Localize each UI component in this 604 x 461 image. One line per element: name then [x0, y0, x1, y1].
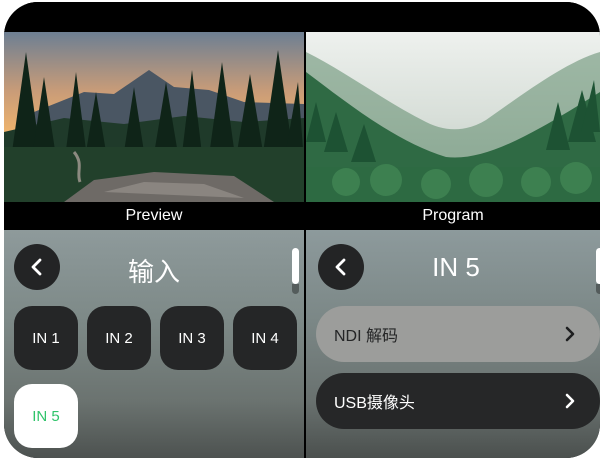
program-label: Program [306, 202, 600, 230]
scrollbar-track [596, 284, 600, 294]
scrollbar-thumb[interactable] [596, 248, 600, 284]
back-button[interactable] [14, 244, 60, 290]
input-button-3[interactable]: IN 3 [160, 306, 224, 370]
back-chevron-icon [31, 258, 42, 276]
input-button-5-selected[interactable]: IN 5 [14, 384, 78, 448]
input-panel: 输入 IN 1 IN 2 IN 3 IN 4 IN 5 [4, 230, 304, 458]
input-button-4[interactable]: IN 4 [233, 306, 297, 370]
usb-camera-label: USB摄像头 [334, 395, 415, 412]
panel-title: IN 5 [432, 252, 480, 282]
program-monitor [306, 32, 600, 202]
panel-title: 输入 [127, 257, 180, 287]
preview-monitor [4, 32, 304, 202]
input-settings-panel: IN 5 NDI 解码 USB摄像头 [306, 230, 600, 458]
input-button-1[interactable]: IN 1 [14, 306, 78, 370]
chevron-right-icon [565, 326, 575, 342]
ndi-decode-row[interactable]: NDI 解码 [316, 306, 600, 362]
device-screen: Preview Program 输入 IN 1 IN 2 IN 3 IN 4 I… [4, 2, 600, 458]
chevron-right-icon [565, 393, 575, 409]
preview-image [4, 32, 304, 202]
program-image [306, 32, 600, 202]
top-bar [4, 2, 600, 32]
ndi-decode-label: NDI 解码 [334, 328, 399, 345]
input-button-2[interactable]: IN 2 [87, 306, 151, 370]
usb-camera-row[interactable]: USB摄像头 [316, 373, 600, 429]
back-chevron-icon [335, 258, 346, 276]
preview-label: Preview [4, 202, 304, 230]
back-button[interactable] [318, 244, 364, 290]
scrollbar-thumb[interactable] [292, 248, 299, 284]
scrollbar-track [292, 284, 299, 294]
